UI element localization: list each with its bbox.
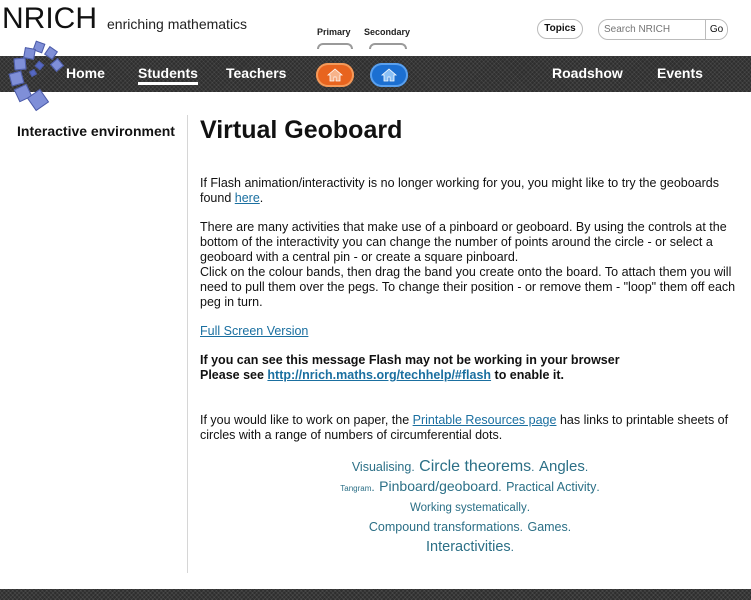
paragraph-text: If Flash animation/interactivity is no l…	[200, 176, 720, 205]
tag-separator: .	[596, 480, 600, 494]
tag-separator: .	[510, 540, 514, 554]
footer-bar	[0, 589, 751, 600]
stage-label-primary: Primary	[317, 27, 351, 37]
page-title: Virtual Geoboard	[200, 116, 403, 144]
tag-angles[interactable]: Angles	[539, 458, 585, 475]
tag-separator: .	[498, 480, 502, 494]
printable-resources-link[interactable]: Printable Resources page	[413, 413, 557, 427]
nav-roadshow[interactable]: Roadshow	[552, 65, 623, 81]
flash-warning-line-1: If you can see this message Flash may no…	[200, 353, 620, 367]
stage-bracket-secondary	[369, 43, 407, 49]
flash-warning-line-2: Please see http://nrich.maths.org/techhe…	[200, 368, 740, 383]
site-tagline: enriching mathematics	[107, 16, 248, 32]
paragraph-text: If you would like to work on paper, the	[200, 413, 413, 427]
full-screen-link[interactable]: Full Screen Version	[200, 324, 308, 338]
tag-separator: .	[567, 520, 572, 534]
tag-practical-activity[interactable]: Practical Activity	[506, 480, 596, 494]
tag-games[interactable]: Games	[527, 520, 567, 534]
site-logo-text[interactable]: NRICH	[2, 2, 97, 36]
tag-working-systematically[interactable]: Working systematically	[410, 502, 527, 514]
flash-warning-suffix: to enable it.	[491, 368, 564, 382]
main-content: Virtual Geoboard If Flash animation/inte…	[200, 115, 740, 457]
nrich-spiral-logo-icon[interactable]	[8, 40, 65, 112]
house-icon	[327, 68, 343, 82]
flash-alternative-paragraph: If Flash animation/interactivity is no l…	[200, 176, 740, 206]
tag-pinboard-geoboard[interactable]: Pinboard/geoboard	[379, 478, 498, 494]
tag-tangram[interactable]: Tangram	[340, 484, 371, 493]
primary-home-button[interactable]	[316, 63, 354, 87]
secondary-home-button[interactable]	[370, 63, 408, 87]
tag-circle-theorems[interactable]: Circle theorems	[419, 458, 531, 475]
sidebar-title: Interactive environment	[17, 123, 175, 139]
column-divider	[187, 115, 188, 573]
stage-bracket-primary	[317, 43, 353, 49]
search-box: Go	[598, 19, 728, 40]
tag-visualising[interactable]: Visualising	[352, 460, 412, 474]
tag-compound-transformations[interactable]: Compound transformations	[369, 520, 520, 534]
nav-students[interactable]: Students	[138, 65, 198, 85]
tag-separator: .	[584, 460, 589, 474]
paragraph-punctuation: .	[259, 191, 264, 205]
flash-warning-prefix: Please see	[200, 368, 268, 382]
tag-cloud: Visualising. Circle theorems. Angles. Ta…	[200, 458, 740, 558]
printable-resources-paragraph: If you would like to work on paper, the …	[200, 413, 740, 443]
tag-separator: .	[411, 460, 415, 474]
tag-separator: .	[371, 480, 375, 494]
techhelp-flash-link[interactable]: http://nrich.maths.org/techhelp/#flash	[267, 368, 491, 382]
description-paragraph-1: There are many activities that make use …	[200, 220, 727, 264]
search-input[interactable]	[599, 20, 707, 39]
search-go-button[interactable]: Go	[705, 20, 727, 39]
main-navigation: Home Students Teachers Roadshow Events	[0, 56, 751, 92]
tag-separator: .	[531, 460, 535, 474]
house-icon	[381, 68, 397, 82]
geoboards-here-link[interactable]: here	[235, 191, 260, 205]
stage-label-secondary: Secondary	[364, 27, 411, 37]
tag-interactivities[interactable]: Interactivities	[426, 539, 511, 555]
tag-separator: .	[526, 500, 531, 514]
nav-teachers[interactable]: Teachers	[226, 65, 286, 81]
description-paragraph-2: Click on the colour bands, then drag the…	[200, 265, 736, 309]
topics-button[interactable]: Topics	[537, 19, 583, 39]
nav-events[interactable]: Events	[657, 65, 703, 81]
nav-home[interactable]: Home	[66, 65, 105, 81]
tag-separator: .	[519, 520, 524, 534]
